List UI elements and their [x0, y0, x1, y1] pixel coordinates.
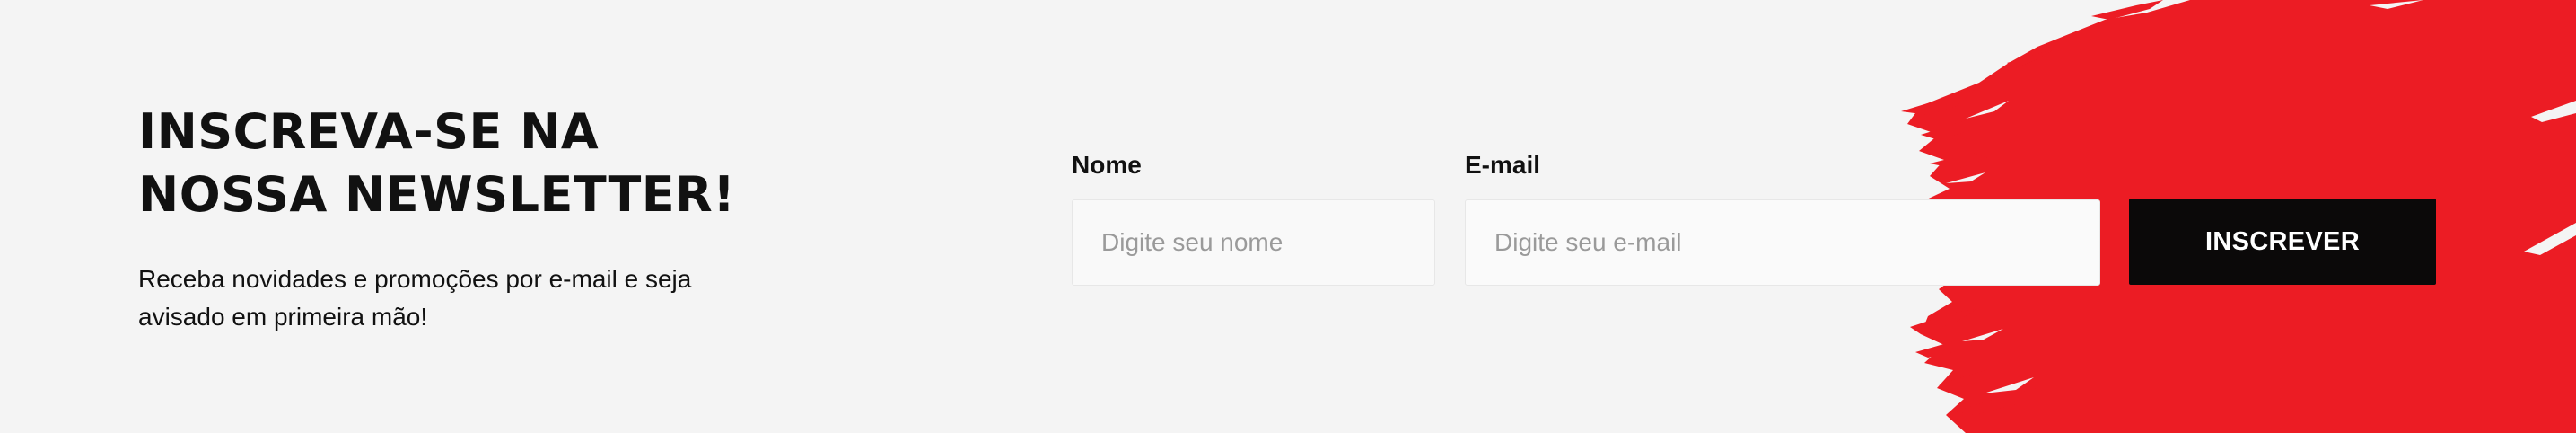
- newsletter-title: INSCREVA-SE NA NOSSA NEWSLETTER!: [138, 103, 736, 223]
- email-label: E-mail: [1465, 151, 1541, 179]
- name-field-group: Nome: [1072, 151, 1435, 286]
- newsletter-description: Receba novidades e promoções por e-mail …: [138, 265, 692, 331]
- subscribe-button[interactable]: INSCREVER: [2129, 199, 2436, 285]
- email-input[interactable]: [1465, 199, 2100, 286]
- name-input[interactable]: [1072, 199, 1435, 286]
- email-field-group: E-mail: [1465, 151, 2100, 286]
- name-label: Nome: [1072, 151, 1142, 179]
- newsletter-section: INSCREVA-SE NA NOSSA NEWSLETTER! Receba …: [0, 0, 2576, 433]
- newsletter-intro: INSCREVA-SE NA NOSSA NEWSLETTER! Receba …: [138, 101, 802, 336]
